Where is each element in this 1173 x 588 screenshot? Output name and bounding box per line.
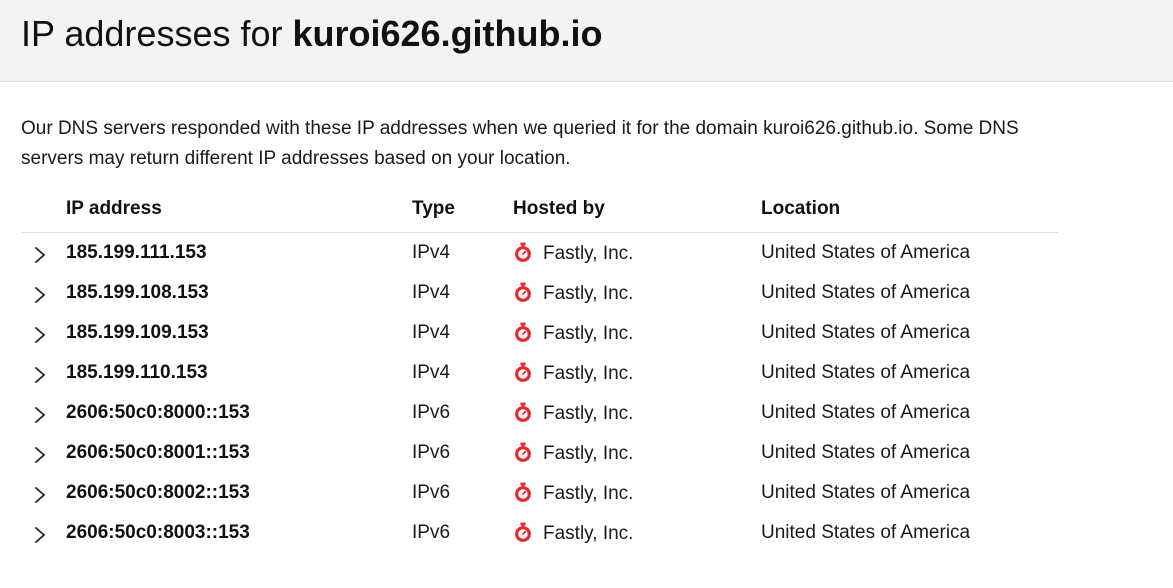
table-row[interactable]: 2606:50c0:8002::153 IPv6 Fastly, Inc. Unite… — [21, 473, 1058, 513]
ip-type-cell: IPv4 — [412, 362, 451, 383]
page-header: IP addresses for kuroi626.github.io — [0, 0, 1173, 82]
chevron-right-icon[interactable] — [32, 285, 48, 305]
column-header-ip: IP address — [66, 198, 162, 219]
hosted-by-cell: Fastly, Inc. — [513, 322, 633, 345]
location-cell: United States of America — [761, 322, 971, 343]
table-row[interactable]: 185.199.110.153 IPv4 Fastly, Inc. United St… — [21, 353, 1058, 393]
ip-type-cell: IPv4 — [412, 282, 451, 303]
fastly-logo-icon — [515, 522, 531, 542]
hosted-by-cell: Fastly, Inc. — [513, 482, 633, 505]
location-cell: United States of America — [761, 442, 971, 463]
hosted-by-cell: Fastly, Inc. — [513, 402, 633, 425]
hosted-by-cell: Fastly, Inc. — [513, 362, 633, 385]
fastly-logo-icon — [515, 482, 531, 502]
ip-address-cell: 2606:50c0:8001::153 — [66, 442, 250, 463]
fastly-logo-icon — [515, 402, 531, 422]
ip-address-cell: 185.199.111.153 — [66, 242, 207, 263]
column-header-location: Location — [761, 198, 841, 219]
page-title-domain: kuroi626.github.io — [292, 13, 603, 54]
ip-type-cell: IPv6 — [412, 522, 451, 543]
column-header-type: Type — [412, 198, 455, 219]
page-title-prefix: IP addresses for — [21, 13, 293, 54]
table-header: IP address Type Hosted by Location — [21, 190, 1058, 233]
table-row[interactable]: 185.199.108.153 IPv4 Fastly, Inc. United St… — [21, 273, 1058, 313]
hosted-by-cell: Fastly, Inc. — [513, 522, 633, 545]
table-row[interactable]: 185.199.109.153 IPv4 Fastly, Inc. United St… — [21, 313, 1058, 353]
chevron-right-icon[interactable] — [32, 445, 48, 465]
table-row[interactable]: 185.199.111.153 IPv4 Fastly, Inc. United St… — [21, 233, 1058, 273]
location-cell: United States of America — [761, 362, 971, 383]
table-body: 185.199.111.153 IPv4 Fastly, Inc. United St… — [21, 233, 1058, 553]
hosted-by-cell: Fastly, Inc. — [513, 282, 633, 305]
page-title: IP addresses for kuroi626.github.io — [21, 12, 603, 56]
location-cell: United States of America — [761, 402, 971, 423]
hosted-by-name: Fastly, Inc. — [543, 403, 634, 424]
ip-address-cell: 2606:50c0:8000::153 — [66, 402, 250, 423]
chevron-right-icon[interactable] — [32, 325, 48, 345]
table-row[interactable]: 2606:50c0:8003::153 IPv6 Fastly, Inc. Unite… — [21, 513, 1058, 553]
fastly-logo-icon — [515, 242, 531, 262]
fastly-logo-icon — [515, 442, 531, 462]
ip-address-cell: 185.199.109.153 — [66, 322, 209, 343]
chevron-right-icon[interactable] — [32, 405, 48, 425]
ip-address-cell: 185.199.108.153 — [66, 282, 209, 303]
location-cell: United States of America — [761, 282, 971, 303]
ip-type-cell: IPv6 — [412, 482, 451, 503]
table-row[interactable]: 2606:50c0:8000::153 IPv6 Fastly, Inc. Unite… — [21, 393, 1058, 433]
ip-type-cell: IPv4 — [412, 322, 451, 343]
location-cell: United States of America — [761, 522, 971, 543]
column-header-hosted-by: Hosted by — [513, 198, 605, 219]
hosted-by-name: Fastly, Inc. — [543, 283, 634, 304]
fastly-logo-icon — [515, 322, 531, 342]
hosted-by-name: Fastly, Inc. — [543, 443, 634, 464]
ip-address-cell: 2606:50c0:8002::153 — [66, 482, 250, 503]
hosted-by-cell: Fastly, Inc. — [513, 242, 633, 265]
ip-address-table: IP address Type Hosted by Location 185.1… — [21, 190, 1058, 553]
ip-type-cell: IPv4 — [412, 242, 451, 263]
ip-address-cell: 185.199.110.153 — [66, 362, 208, 383]
table-row[interactable]: 2606:50c0:8001::153 IPv6 Fastly, Inc. Unite… — [21, 433, 1058, 473]
ip-type-cell: IPv6 — [412, 442, 451, 463]
hosted-by-name: Fastly, Inc. — [543, 483, 634, 504]
chevron-right-icon[interactable] — [32, 525, 48, 545]
dns-description: Our DNS servers responded with these IP … — [21, 118, 1019, 169]
hosted-by-name: Fastly, Inc. — [543, 523, 634, 544]
chevron-right-icon[interactable] — [32, 365, 48, 385]
hosted-by-cell: Fastly, Inc. — [513, 442, 633, 465]
chevron-right-icon[interactable] — [32, 245, 48, 265]
chevron-right-icon[interactable] — [32, 485, 48, 505]
ip-address-cell: 2606:50c0:8003::153 — [66, 522, 250, 543]
hosted-by-name: Fastly, Inc. — [543, 243, 634, 264]
fastly-logo-icon — [515, 362, 531, 382]
location-cell: United States of America — [761, 482, 971, 503]
ip-type-cell: IPv6 — [412, 402, 451, 423]
hosted-by-name: Fastly, Inc. — [543, 363, 634, 384]
location-cell: United States of America — [761, 242, 971, 263]
fastly-logo-icon — [515, 282, 531, 302]
hosted-by-name: Fastly, Inc. — [543, 323, 634, 344]
